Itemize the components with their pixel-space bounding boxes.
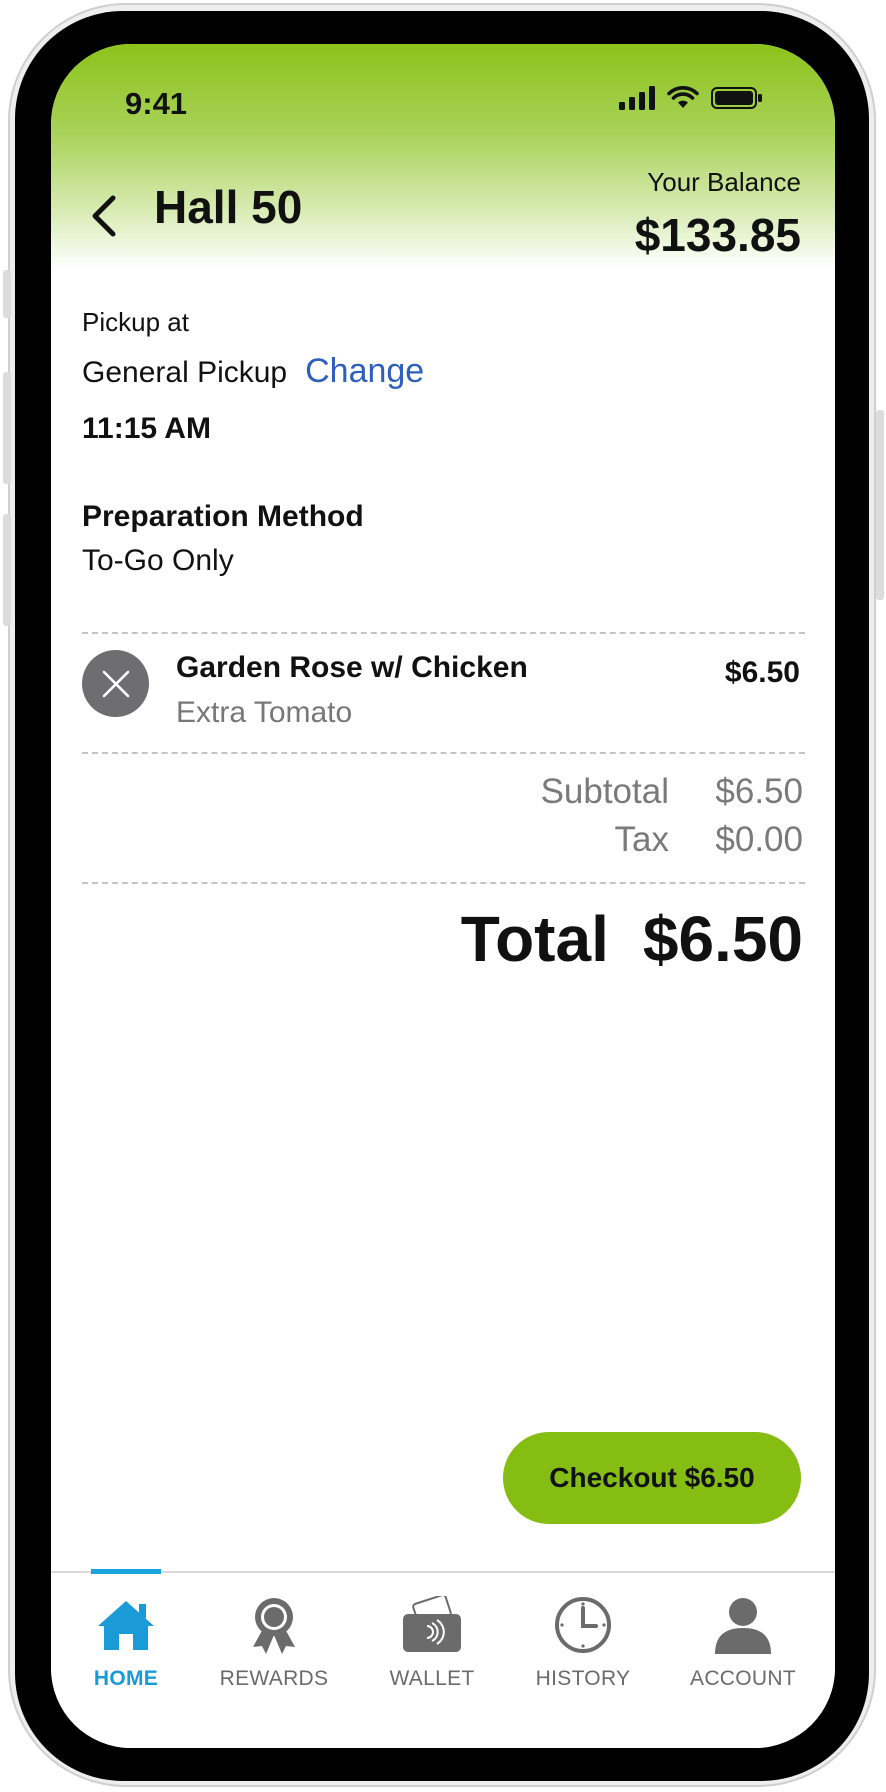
cellular-signal-icon (619, 86, 655, 110)
tax-value: $0.00 (715, 820, 803, 859)
total-value: $6.50 (642, 903, 803, 975)
wifi-icon (667, 86, 699, 108)
balance-label: Your Balance (647, 167, 801, 197)
page-title: Hall 50 (154, 181, 303, 233)
volume-up-button (3, 372, 11, 484)
tab-wallet[interactable]: WALLET (362, 1593, 502, 1691)
tab-label-history: HISTORY (535, 1667, 631, 1690)
change-pickup-link[interactable]: Change (305, 352, 424, 391)
item-modifier: Extra Tomato (176, 696, 353, 729)
item-name: Garden Rose w/ Chicken (176, 651, 528, 684)
rewards-ribbon-icon (253, 1598, 295, 1654)
tax-label: Tax (614, 820, 669, 859)
tab-rewards[interactable]: REWARDS (204, 1593, 344, 1691)
divider (82, 882, 805, 884)
subtotal-value: $6.50 (715, 772, 803, 811)
pickup-label: Pickup at (82, 307, 189, 337)
tab-home[interactable]: HOME (56, 1593, 196, 1691)
clock-icon (555, 1597, 611, 1653)
subtotal-row: Subtotal $6.50 (529, 772, 803, 812)
balance-value: $133.85 (634, 209, 801, 261)
volume-down-button (3, 514, 11, 626)
close-icon (102, 670, 129, 697)
person-icon (715, 1598, 771, 1654)
checkout-button[interactable]: Checkout $6.50 (503, 1432, 801, 1524)
power-button (876, 410, 884, 600)
tab-history[interactable]: HISTORY (513, 1593, 653, 1691)
back-button[interactable] (81, 186, 127, 246)
item-price: $6.50 (724, 656, 800, 689)
divider (82, 632, 805, 634)
tab-label-wallet: WALLET (389, 1667, 475, 1690)
pickup-row: General Pickup Change (82, 352, 424, 391)
tab-label-home: HOME (93, 1667, 159, 1690)
tax-row: Tax $0.00 (529, 820, 803, 860)
active-tab-indicator (91, 1569, 161, 1574)
tab-label-rewards: REWARDS (219, 1667, 329, 1690)
tab-label-account: ACCOUNT (690, 1667, 796, 1690)
total-row: Total $6.50 (461, 902, 803, 976)
preparation-value: To-Go Only (82, 544, 234, 577)
divider (82, 752, 805, 754)
wallet-card-icon (403, 1596, 461, 1652)
status-icons (619, 86, 763, 110)
home-icon (98, 1601, 154, 1650)
tab-account[interactable]: ACCOUNT (673, 1593, 813, 1691)
preparation-label: Preparation Method (82, 500, 364, 533)
chevron-left-icon (92, 195, 116, 237)
mute-switch (3, 270, 11, 318)
status-time: 9:41 (125, 86, 188, 121)
total-label: Total (460, 903, 609, 975)
pickup-time: 11:15 AM (82, 412, 211, 445)
battery-icon (711, 87, 762, 109)
pickup-location: General Pickup (82, 356, 288, 389)
remove-item-button[interactable] (82, 650, 149, 717)
app-screen: 9:41 Hall 50 Your Balance $133.85 Pickup… (51, 44, 835, 1748)
bottom-tab-bar: HOME REWARDS WALLET HISTORY ACCOUNT (51, 1569, 835, 1748)
subtotal-label: Subtotal (540, 772, 669, 811)
